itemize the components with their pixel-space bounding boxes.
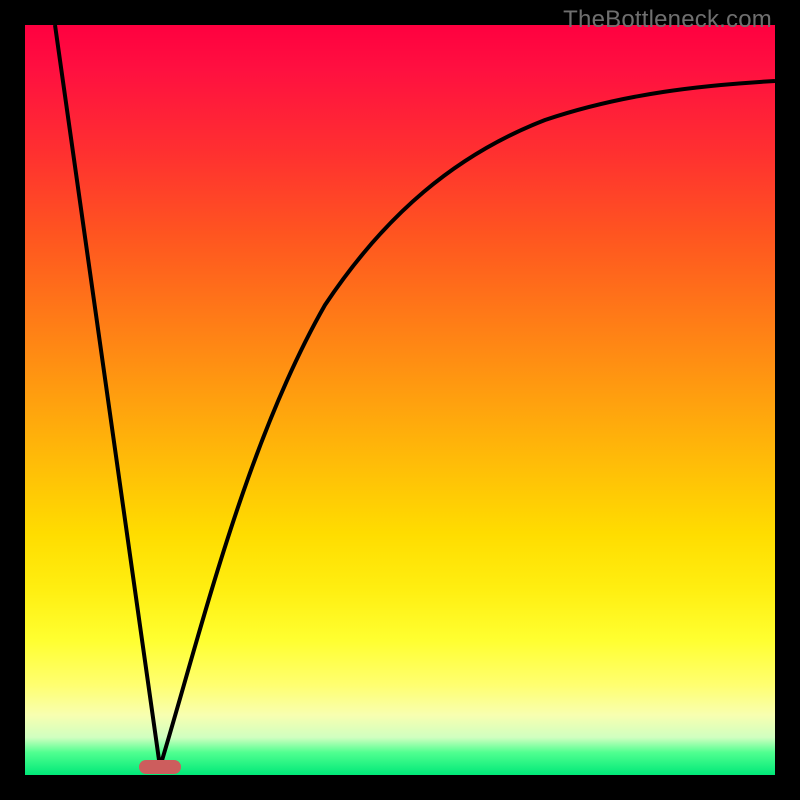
chart-frame: TheBottleneck.com [0,0,800,800]
curve-path [55,25,775,767]
bottleneck-curve [25,25,775,775]
watermark-text: TheBottleneck.com [563,6,772,34]
optimal-marker [139,760,181,774]
plot-area [25,25,775,775]
